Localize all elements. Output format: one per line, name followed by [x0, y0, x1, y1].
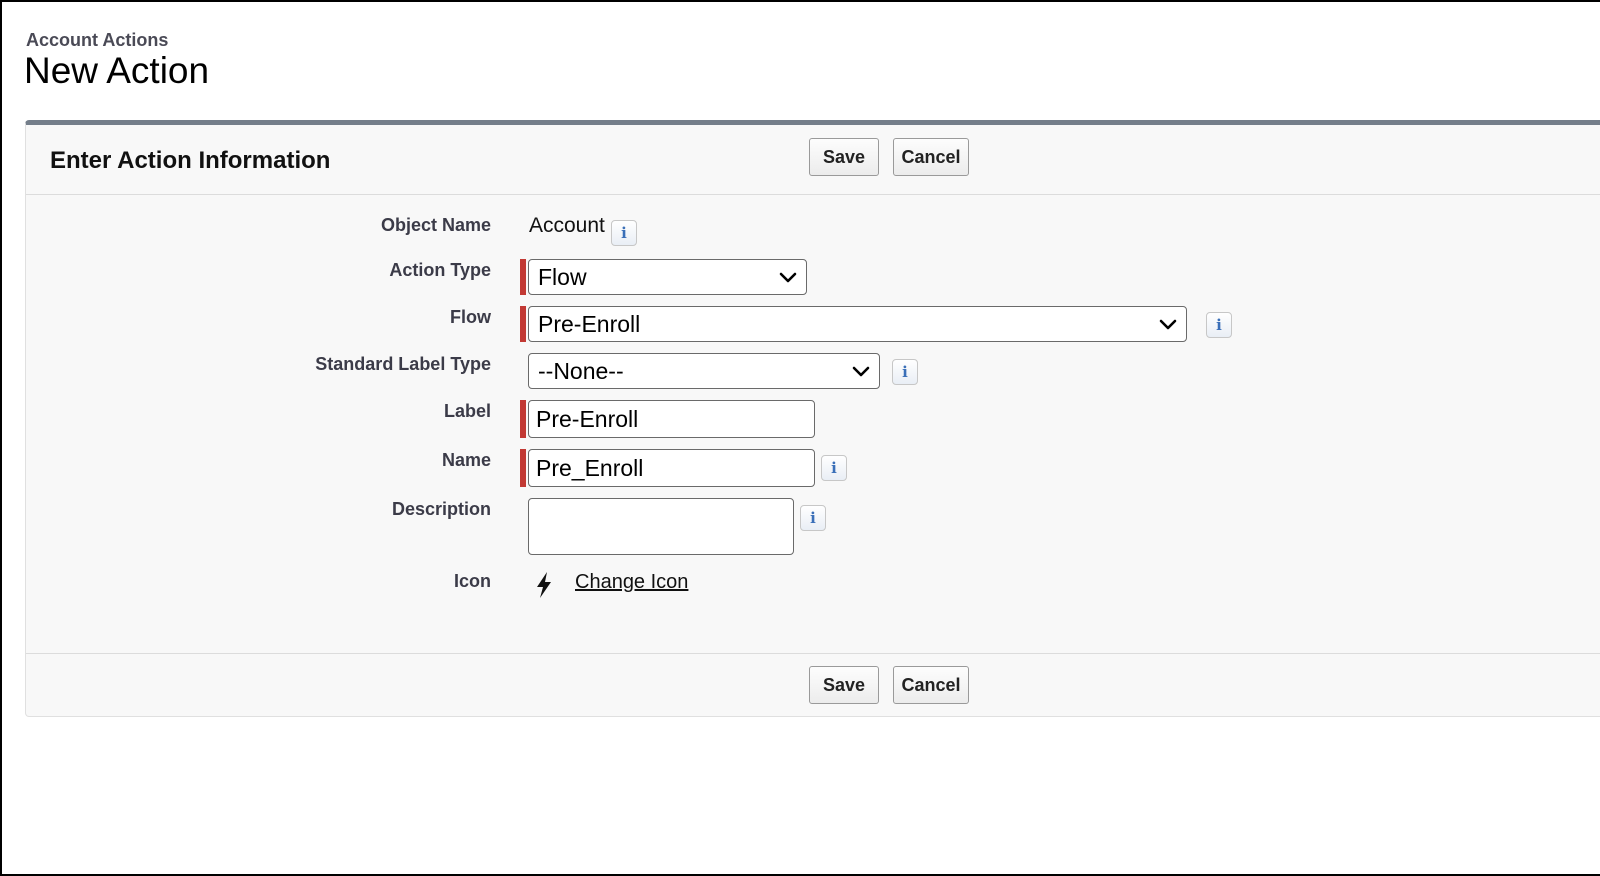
breadcrumb: Account Actions	[26, 30, 169, 50]
flow-value: Pre-Enroll	[538, 310, 641, 337]
standard-label-type-select[interactable]: --None--	[528, 353, 880, 389]
change-icon-link[interactable]: Change Icon	[575, 571, 688, 594]
chevron-down-icon	[1159, 319, 1177, 330]
panel-header: Enter Action Information Save Cancel	[26, 125, 1600, 195]
flow-label: Flow	[450, 307, 491, 327]
action-type-value: Flow	[538, 263, 587, 290]
name-info-icon[interactable]: i	[821, 455, 847, 481]
name-required-indicator	[520, 449, 526, 487]
flow-select[interactable]: Pre-Enroll	[528, 306, 1187, 342]
description-label: Description	[391, 499, 491, 519]
action-type-select[interactable]: Flow	[528, 259, 807, 295]
action-type-required-indicator	[520, 259, 526, 295]
icon-field-label: Icon	[453, 571, 491, 591]
standard-label-type-info-icon[interactable]: i	[892, 359, 918, 385]
save-button-top[interactable]: Save	[809, 138, 879, 176]
panel-footer: Save Cancel	[26, 653, 1600, 716]
flow-required-indicator	[520, 306, 526, 342]
standard-label-type-label: Standard Label Type	[315, 354, 491, 374]
object-name-info-icon[interactable]: i	[611, 220, 637, 246]
description-textarea[interactable]	[528, 498, 794, 555]
chevron-down-icon	[852, 366, 870, 377]
object-name-label: Object Name	[380, 215, 491, 235]
page-frame: Account Actions New Action Enter Action …	[0, 0, 1600, 876]
save-button-bottom[interactable]: Save	[809, 666, 879, 704]
label-input[interactable]: Pre-Enroll	[528, 400, 815, 438]
name-field-label: Name	[441, 450, 491, 470]
standard-label-type-value: --None--	[538, 357, 624, 384]
action-information-panel: Enter Action Information Save Cancel Obj…	[25, 120, 1600, 717]
flow-info-icon[interactable]: i	[1206, 312, 1232, 338]
action-type-label: Action Type	[389, 260, 491, 280]
section-title: Enter Action Information	[50, 147, 331, 174]
name-input[interactable]: Pre_Enroll	[528, 449, 815, 487]
description-info-icon[interactable]: i	[800, 505, 826, 531]
label-field-label: Label	[443, 401, 491, 421]
cancel-button-bottom[interactable]: Cancel	[893, 666, 969, 704]
object-name-value: Account	[529, 214, 605, 237]
label-required-indicator	[520, 400, 526, 438]
lightning-bolt-icon	[537, 572, 551, 598]
cancel-button-top[interactable]: Cancel	[893, 138, 969, 176]
page-title: New Action	[24, 50, 210, 91]
chevron-down-icon	[779, 272, 797, 283]
